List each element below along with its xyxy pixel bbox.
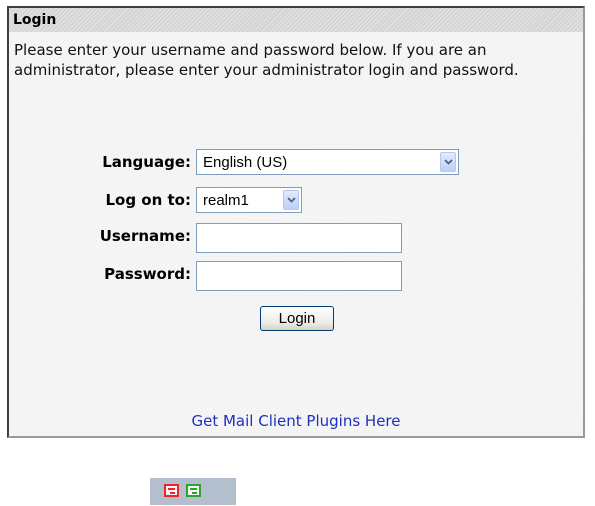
password-row: Password: <box>9 261 583 291</box>
mail-client-plugins-link[interactable]: Get Mail Client Plugins Here <box>9 412 583 430</box>
password-input[interactable] <box>196 261 402 291</box>
panel-title: Login <box>9 8 583 32</box>
chevron-down-icon <box>287 197 296 203</box>
username-label: Username: <box>99 227 191 245</box>
language-row: Language: English (US) <box>9 149 583 177</box>
login-panel: Login Please enter your username and pas… <box>7 6 585 438</box>
green-envelope-icon[interactable] <box>186 484 201 497</box>
mini-toolbar <box>150 478 236 505</box>
realm-label: Log on to: <box>105 191 191 209</box>
language-select-value: English (US) <box>203 154 288 171</box>
realm-select-value: realm1 <box>203 192 249 209</box>
red-envelope-icon[interactable] <box>164 484 179 497</box>
realm-dropdown-arrow[interactable] <box>283 190 299 210</box>
login-instructions: Please enter your username and password … <box>14 41 519 79</box>
chevron-down-icon <box>444 159 453 165</box>
username-row: Username: <box>9 223 583 253</box>
password-label: Password: <box>104 265 191 283</box>
language-select[interactable]: English (US) <box>196 149 459 175</box>
language-dropdown-arrow[interactable] <box>440 152 456 172</box>
login-button[interactable]: Login <box>260 306 334 331</box>
realm-row: Log on to: realm1 <box>9 187 583 215</box>
language-label: Language: <box>102 153 191 171</box>
realm-select[interactable]: realm1 <box>196 187 302 213</box>
username-input[interactable] <box>196 223 402 253</box>
